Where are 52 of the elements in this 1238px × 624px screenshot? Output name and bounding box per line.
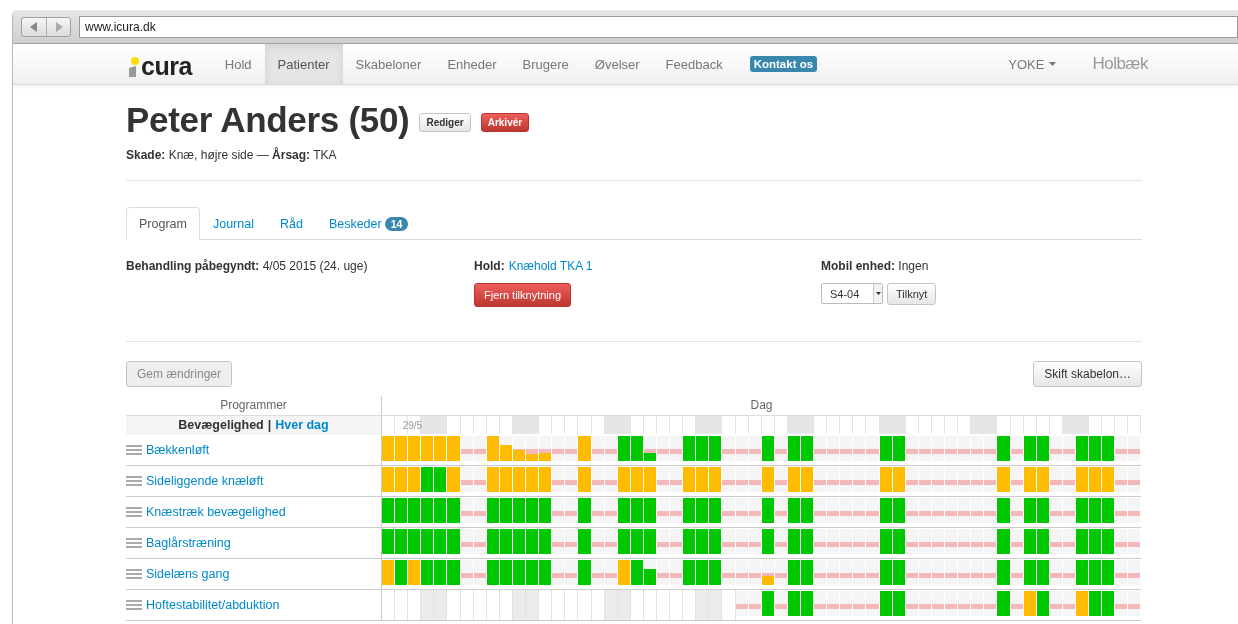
nav-item[interactable]: Brugere <box>509 44 582 84</box>
frequency-link[interactable]: Hver dag <box>275 418 329 432</box>
program-link[interactable]: Bækkenløft <box>146 443 210 457</box>
program-link[interactable]: Knæstræk bevægelighed <box>146 505 286 519</box>
nav-item[interactable]: Skabeloner <box>342 44 435 84</box>
back-icon <box>30 21 38 32</box>
program-link[interactable]: Hoftestabilitet/abduktion <box>146 598 280 612</box>
drag-handle-icon[interactable] <box>126 445 142 455</box>
nav-item[interactable]: Øvelser <box>581 44 653 84</box>
site-name: Holbæk <box>1092 54 1148 74</box>
nav-item[interactable]: Feedback <box>652 44 736 84</box>
date-label: 29/5 <box>402 420 423 431</box>
column-heading: Programmer <box>220 398 287 412</box>
program-link[interactable]: Sidelæns gang <box>146 567 230 581</box>
device-select[interactable]: S4-04 <box>821 283 883 304</box>
forward-icon <box>54 21 63 32</box>
caret-icon <box>875 292 881 295</box>
tab[interactable]: Program <box>126 207 200 240</box>
drag-handle-icon[interactable] <box>126 569 142 579</box>
drag-handle-icon[interactable] <box>126 538 142 548</box>
logo-icon <box>128 57 140 77</box>
drag-handle-icon[interactable] <box>126 476 142 486</box>
change-template-button[interactable]: Skift skabelon… <box>1033 361 1142 387</box>
tab[interactable]: Beskeder 14 <box>315 207 422 240</box>
nav-item[interactable]: Hold <box>211 44 265 84</box>
address-field[interactable]: www.icura.dk <box>79 15 1238 38</box>
group-name: Bevægelighed <box>178 418 264 432</box>
nav-item[interactable]: Patienter <box>264 44 343 84</box>
caret-icon <box>1049 62 1057 66</box>
team-label: Hold: <box>474 259 505 273</box>
count-badge: 14 <box>384 216 409 231</box>
tab[interactable]: Råd <box>266 207 316 240</box>
program-link[interactable]: Baglårstræning <box>146 536 231 550</box>
tab[interactable]: Journal <box>199 207 267 240</box>
logo-text: cura <box>141 55 192 77</box>
edit-button[interactable]: Rediger <box>419 112 471 132</box>
team-link[interactable]: Knæhold TKA 1 <box>508 259 593 273</box>
drag-handle-icon[interactable] <box>126 507 142 517</box>
column-heading: Dag <box>750 398 773 412</box>
treatment-start: Behandling påbegyndt: 4/05 2015 (24. uge) <box>126 259 368 273</box>
program-link[interactable]: Sideliggende knæløft <box>146 474 264 488</box>
archive-button[interactable]: Arkivér <box>480 112 530 132</box>
mobile-device-info: Mobil enhed: Ingen <box>821 259 929 273</box>
remove-link-button[interactable]: Fjern tilknytning <box>474 283 572 307</box>
injury-summary: Skade: Knæ, højre side — Årsag: TKA <box>126 148 338 162</box>
attach-button[interactable]: Tilknyt <box>887 283 937 305</box>
patient-name: Peter Anders (50) <box>126 100 410 140</box>
separator: | <box>267 418 272 432</box>
nav-item[interactable]: Enheder <box>434 44 510 84</box>
drag-handle-icon[interactable] <box>126 600 142 610</box>
contact-button[interactable]: Kontakt os <box>749 56 818 72</box>
user-menu[interactable]: YOKE <box>1008 44 1057 84</box>
